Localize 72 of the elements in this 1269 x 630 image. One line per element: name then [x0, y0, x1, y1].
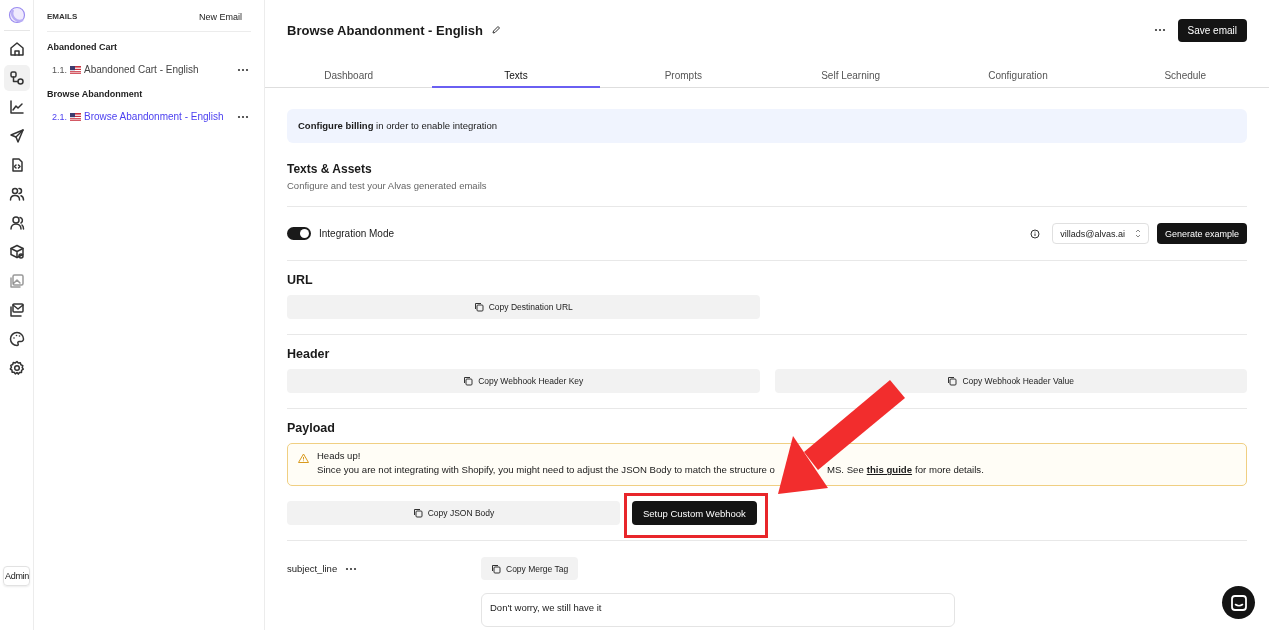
nav-button[interactable]: [3, 65, 30, 91]
new-email-button[interactable]: New Email: [199, 11, 251, 22]
copy-button[interactable]: Copy Merge Tag: [481, 557, 579, 580]
guide-link[interactable]: this guide: [866, 464, 913, 475]
alert-text: MS. See: [826, 464, 864, 475]
alert-text: for more details.: [915, 464, 984, 475]
email-select[interactable]: villads@alvas.ai: [1052, 223, 1149, 244]
chevron-updown-icon: [1134, 229, 1141, 238]
copy-button[interactable]: Copy JSON Body: [287, 501, 620, 525]
text-area[interactable]: Don't worry, we still have it: [481, 593, 955, 627]
generate-example-button[interactable]: Generate example: [1156, 223, 1247, 244]
item-label: Abandoned Cart - English: [84, 64, 200, 75]
send-icon: [7, 127, 26, 145]
image-icon: [7, 272, 26, 290]
logo-icon: [7, 6, 26, 24]
copy-icon: [463, 376, 474, 386]
tab[interactable]: Configuration: [934, 64, 1102, 88]
tab[interactable]: Texts: [432, 64, 600, 88]
email-list-item[interactable]: 1.1. Abandoned Cart - English: [47, 60, 251, 79]
save-button[interactable]: Save email: [1177, 18, 1247, 42]
group-title: Abandoned Cart: [47, 42, 118, 52]
flag-icon: [70, 65, 81, 74]
toggle-label: Integration Mode: [319, 228, 395, 239]
copy-button[interactable]: Copy Destination URL: [287, 295, 760, 319]
admin-button[interactable]: Admin: [3, 566, 30, 586]
info-icon: [1030, 228, 1041, 239]
tab[interactable]: Prompts: [599, 64, 767, 88]
copy-icon: [491, 563, 501, 574]
users-icon: [7, 185, 26, 203]
warning-icon: [298, 453, 309, 463]
tab[interactable]: Schedule: [1101, 64, 1269, 88]
copy-icon: [412, 508, 423, 518]
group-title: Browse Abandonment: [47, 89, 144, 99]
more-icon[interactable]: [1153, 28, 1166, 32]
section-title: URL: [287, 273, 314, 287]
more-icon[interactable]: [237, 67, 249, 72]
setup-webhook-button[interactable]: Setup Custom Webhook: [632, 501, 757, 525]
page-title: Browse Abandonment - English: [287, 22, 483, 38]
palette-icon: [7, 330, 26, 348]
billing-notice: Configure billing in order to enable integration: [287, 109, 1247, 143]
tab[interactable]: Self Learning: [767, 64, 935, 88]
mail-stack-icon: [7, 301, 26, 319]
user-group-icon: [7, 214, 26, 232]
more-icon[interactable]: [237, 114, 249, 119]
item-number: 1.1.: [52, 64, 67, 75]
item-label: Browse Abandonment - English: [84, 111, 225, 122]
copy-icon: [473, 302, 484, 312]
nodes-icon: [7, 69, 26, 87]
toggle-switch[interactable]: [287, 227, 311, 240]
more-icon[interactable]: [345, 566, 358, 571]
line-chart-icon: [7, 98, 26, 116]
package-icon: [7, 243, 26, 261]
field-name: subject_line: [287, 563, 338, 574]
section-title: Payload: [287, 421, 336, 435]
flag-icon: [70, 112, 81, 121]
alert-title: Heads up!: [317, 450, 362, 461]
copy-button[interactable]: Copy Webhook Header Value: [774, 369, 1247, 393]
alert-text: Since you are not integrating with Shopify, you might need to adjust the JSON Body to match the structure o: [317, 464, 775, 475]
section-heading: EMAILS: [47, 12, 78, 21]
settings-icon: [7, 359, 26, 377]
home-icon: [7, 40, 26, 58]
email-list-item[interactable]: 2.1. Browse Abandonment - English: [47, 107, 251, 126]
item-number: 2.1.: [52, 111, 67, 122]
chat-launcher-button[interactable]: [1222, 586, 1255, 619]
copy-icon: [947, 376, 958, 386]
chat-icon: [1228, 592, 1249, 613]
section-subtitle: Configure and test your Alvas generated emails: [287, 180, 488, 191]
tab[interactable]: Dashboard: [265, 64, 433, 88]
section-title: Header: [287, 347, 331, 361]
copy-button[interactable]: Copy Webhook Header Key: [287, 369, 760, 393]
section-title: Texts & Assets: [287, 162, 373, 176]
pencil-icon: [491, 25, 501, 35]
